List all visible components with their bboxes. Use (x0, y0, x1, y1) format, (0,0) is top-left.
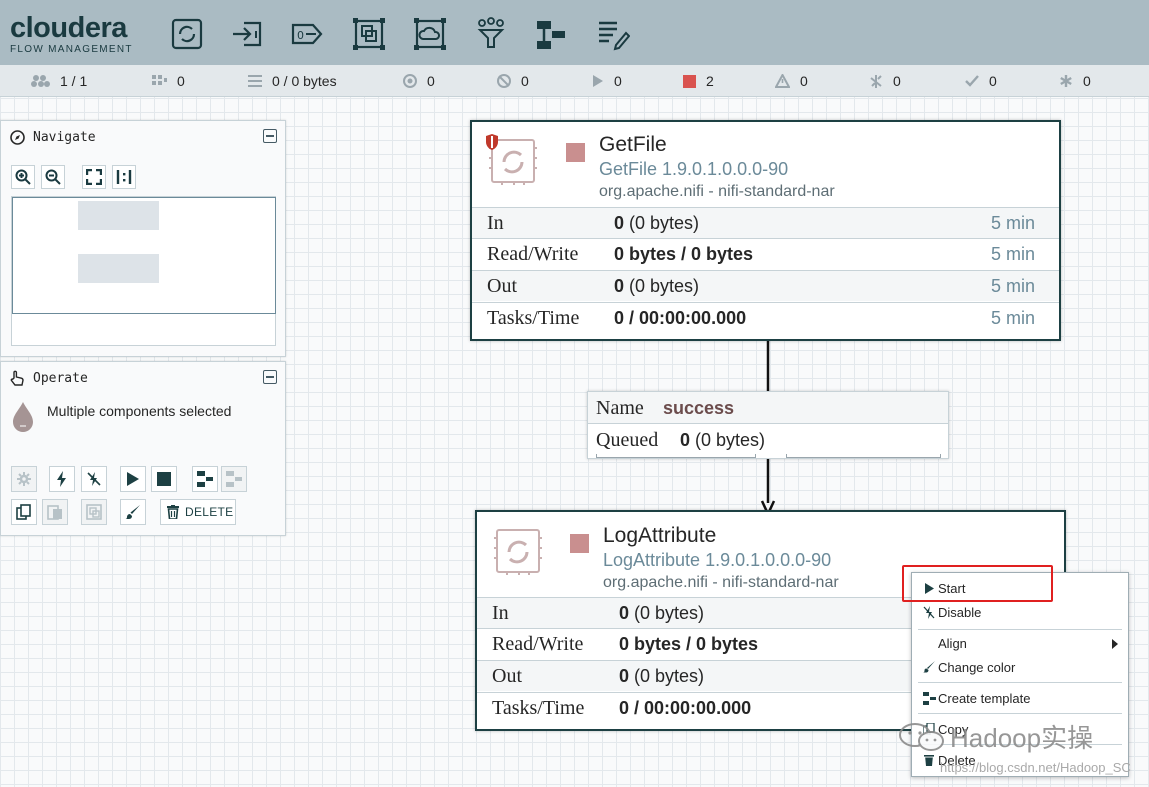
paintbrush-icon (922, 661, 936, 673)
processor-getfile[interactable]: GetFile GetFile 1.9.0.1.0.0.0-90 org.apa… (470, 120, 1061, 341)
stat-value-bold: 0 bytes / 0 bytes (619, 634, 759, 654)
stat-label: Read/Write (492, 633, 584, 655)
stat-label: In (487, 212, 504, 234)
connection-name-label: Name (596, 397, 644, 419)
stat-row-in: In 0 (0 bytes) 5 min (472, 207, 1059, 238)
stat-time: 5 min (990, 213, 1035, 233)
stat-label: Read/Write (487, 243, 579, 265)
stat-value: 0 (0 bytes) (614, 276, 699, 297)
menu-item-label: Change color (938, 659, 1016, 675)
watermark-url: https://blog.csdn.net/Hadoop_SC (940, 760, 1131, 775)
stat-label: Out (492, 665, 522, 687)
stopped-state-icon (566, 143, 585, 162)
processor-name: LogAttribute (603, 524, 717, 547)
stat-time: 5 min (990, 244, 1035, 264)
stat-value-bold: 0 bytes / 0 bytes (614, 244, 754, 264)
queue-size-bar (786, 454, 941, 458)
stat-value: 0 (0 bytes) (619, 603, 704, 624)
stat-value-rest: (0 bytes) (624, 213, 700, 233)
processor-bundle: org.apache.nifi - nifi-standard-nar (603, 574, 839, 591)
menu-separator (918, 713, 1122, 714)
stat-time: 5 min (990, 308, 1035, 328)
stat-value: 0 bytes / 0 bytes (619, 634, 758, 655)
stat-value-bold: 0 (619, 603, 630, 623)
connection-label[interactable]: Name success Queued 0 (0 bytes) (587, 391, 949, 459)
menu-separator (918, 629, 1122, 630)
connection-name-row: Name success (588, 392, 948, 424)
stat-value-bold: 0 / 00:00:00.000 (619, 698, 752, 718)
menu-item-change-color[interactable]: Change color (912, 656, 1128, 678)
stopped-state-icon (570, 534, 589, 553)
start-highlight-box (902, 565, 1053, 602)
queued-rest: (0 bytes) (690, 430, 766, 450)
stat-label: Tasks/Time (487, 307, 580, 329)
restricted-shield-icon (485, 133, 499, 151)
stat-value: 0 (0 bytes) (619, 666, 704, 687)
processor-bundle: org.apache.nifi - nifi-standard-nar (599, 183, 835, 200)
stat-row-read-write: Read/Write 0 bytes / 0 bytes 5 min (472, 238, 1059, 269)
wechat-icon (899, 722, 944, 751)
connection-queued-row: Queued 0 (0 bytes) (588, 425, 948, 455)
stat-label: Out (487, 275, 517, 297)
stat-value-rest: (0 bytes) (629, 603, 705, 623)
processor-type: GetFile 1.9.0.1.0.0.0-90 (599, 159, 789, 179)
stat-value: 0 bytes / 0 bytes (614, 244, 753, 265)
menu-item-create-template[interactable]: Create template (912, 687, 1128, 709)
queued-bold: 0 (680, 430, 691, 450)
menu-item-align[interactable]: Align (912, 632, 1128, 654)
menu-item-disable[interactable]: Disable (912, 601, 1128, 623)
menu-item-label: Create template (938, 690, 1031, 706)
stat-value: 0 (0 bytes) (614, 213, 699, 234)
stat-value-rest: (0 bytes) (629, 666, 705, 686)
processor-type: LogAttribute 1.9.0.1.0.0.0-90 (603, 550, 832, 570)
stat-value-bold: 0 (619, 666, 630, 686)
stat-row-out: Out 0 (0 bytes) 5 min (472, 270, 1059, 301)
stat-time: 5 min (990, 276, 1035, 296)
disable-icon (922, 605, 936, 619)
stat-value-bold: 0 (614, 276, 625, 296)
connection-queued-value: 0 (0 bytes) (680, 430, 765, 451)
menu-separator (918, 682, 1122, 683)
stat-value-bold: 0 (614, 213, 625, 233)
stat-value-rest: (0 bytes) (624, 276, 700, 296)
stat-label: Tasks/Time (492, 697, 585, 719)
queue-count-bar (596, 454, 756, 458)
stat-label: In (492, 602, 509, 624)
template-icon (922, 691, 936, 705)
watermark-text: Hadoop实操 (950, 723, 1094, 753)
stat-value: 0 / 00:00:00.000 (614, 308, 746, 329)
stat-value-bold: 0 / 00:00:00.000 (614, 308, 747, 328)
menu-item-label: Align (938, 635, 967, 651)
menu-item-label: Disable (938, 604, 982, 620)
stat-row-tasks-time: Tasks/Time 0 / 00:00:00.000 5 min (472, 302, 1059, 333)
connection-queued-label: Queued (596, 429, 659, 451)
connection-name-value: success (663, 398, 735, 418)
submenu-arrow-icon (1112, 637, 1118, 652)
stat-value: 0 / 00:00:00.000 (619, 698, 751, 719)
watermark: Hadoop实操 (898, 718, 1093, 755)
processor-icon (491, 524, 543, 578)
trash-icon (922, 754, 936, 766)
processor-name: GetFile (599, 133, 667, 156)
